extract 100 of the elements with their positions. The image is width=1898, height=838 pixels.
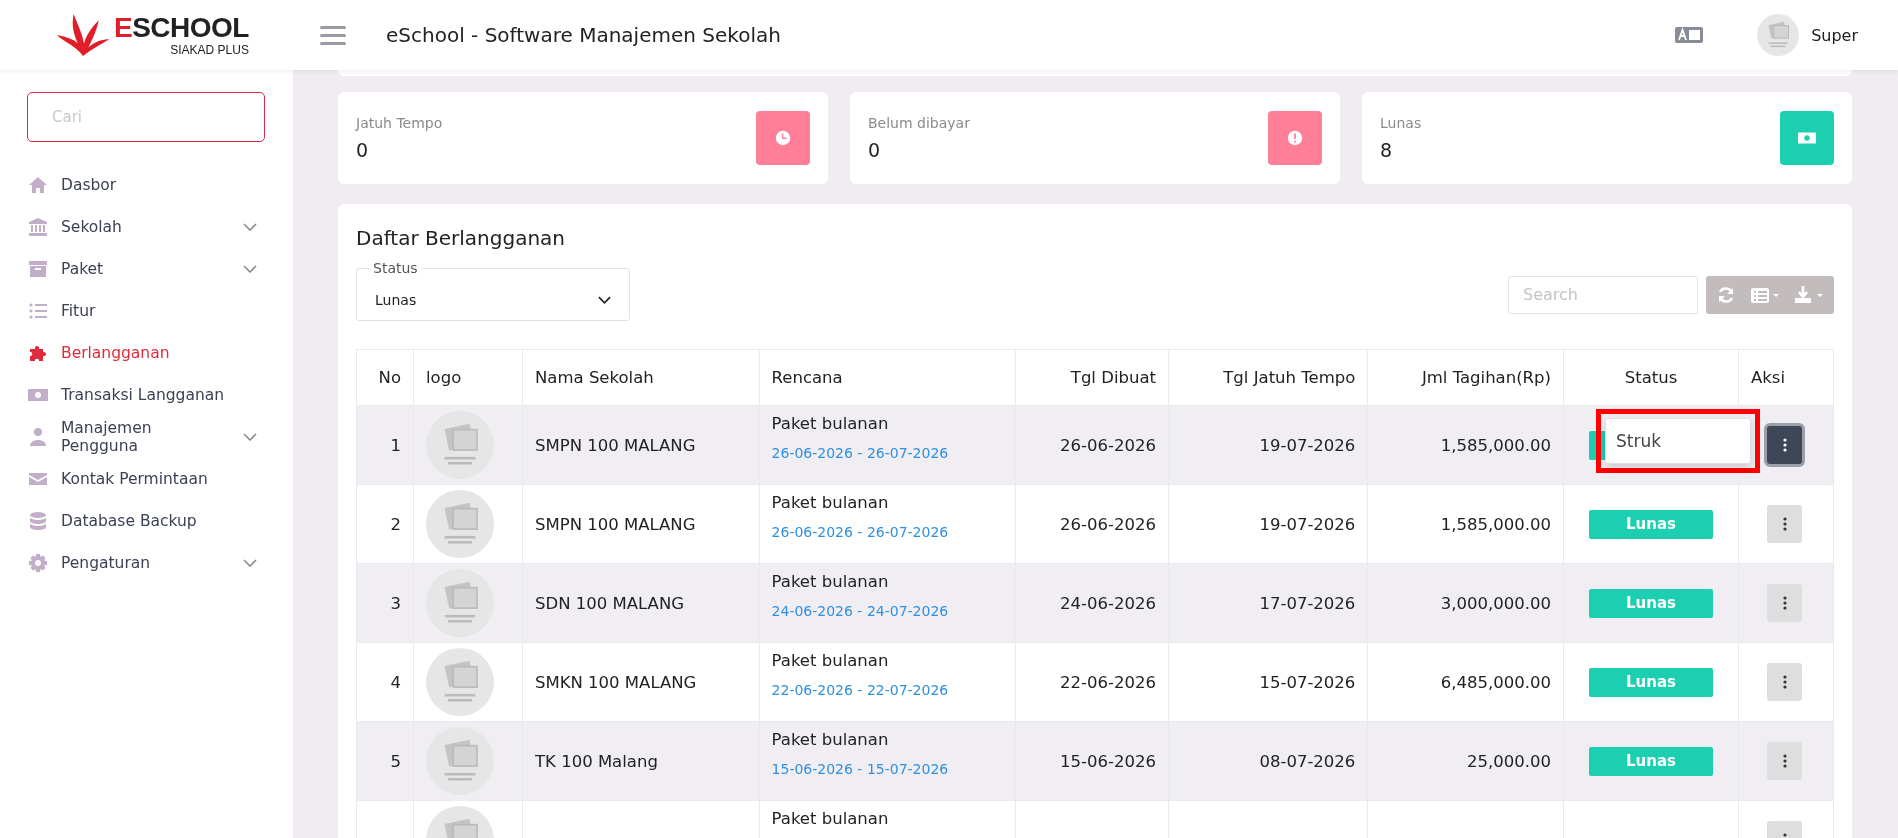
sidebar-item[interactable]: Pengaturan [27, 542, 265, 584]
translate-icon[interactable] [1675, 27, 1704, 43]
table-cell: 6,485,000.00 [1440, 672, 1551, 692]
stat-value: 0 [356, 139, 370, 161]
more-button[interactable] [1767, 505, 1802, 543]
logo-placeholder [426, 648, 494, 716]
vertical-dots-icon [1782, 517, 1787, 531]
chevron-down-icon [243, 223, 257, 231]
table-cell: 5 [390, 751, 401, 771]
stat-label: Lunas [1380, 115, 1423, 131]
sidebar-icon [27, 553, 49, 573]
sidebar-item[interactable]: Paket [27, 248, 265, 290]
vertical-dots-icon [1782, 675, 1787, 689]
plan-name: Paket bulanan [771, 809, 890, 828]
more-button[interactable] [1767, 584, 1802, 622]
plan-name: Paket bulanan [771, 493, 890, 512]
column-header: Aksi [1751, 368, 1786, 387]
sidebar-icon [27, 511, 49, 531]
stat-icon [1285, 129, 1305, 147]
stat-icon [773, 129, 793, 147]
vertical-dots-icon [1782, 596, 1787, 610]
table-cell: 1,585,000.00 [1440, 435, 1551, 455]
stat-label: Jatuh Tempo [356, 115, 444, 131]
stat-value: 8 [1380, 139, 1394, 161]
refresh-icon[interactable] [1716, 284, 1736, 305]
column-header: Tgl Jatuh Tempo [1223, 368, 1356, 387]
sidebar-icon [27, 175, 49, 195]
table-cell: 1,585,000.00 [1440, 514, 1551, 534]
sidebar-item[interactable]: Transaksi Langganan [27, 374, 265, 416]
sidebar-item[interactable]: Berlangganan [27, 332, 265, 374]
vertical-dots-icon [1782, 438, 1787, 452]
table-cell: 15-06-2026 [1060, 751, 1156, 771]
column-header: No [378, 368, 401, 387]
download-dropdown-icon[interactable] [1794, 284, 1824, 305]
sidebar-icon [27, 301, 49, 321]
table-cell: 4 [390, 672, 401, 692]
user-name[interactable]: Super [1811, 25, 1858, 45]
logo-subtitle: SIAKAD PLUS [170, 44, 249, 56]
logo-placeholder [426, 490, 494, 558]
plan-name: Paket bulanan [771, 572, 890, 591]
table-cell: 24-06-2026 [1060, 593, 1156, 613]
sidebar-icon [27, 343, 49, 363]
plan-period: 26-06-2026 - 26-07-2026 [771, 524, 950, 540]
status-badge: Lunas [1589, 509, 1713, 539]
column-header: Jml Tagihan(Rp) [1421, 368, 1551, 387]
table-cell: 3 [390, 593, 401, 613]
plan-period: 22-06-2026 - 22-07-2026 [771, 682, 950, 698]
sidebar-item[interactable]: Kontak Permintaan [27, 458, 265, 500]
table-cell: 3,000,000.00 [1440, 593, 1551, 613]
table-cell: 15-07-2026 [1259, 672, 1356, 692]
sidebar-icon [27, 217, 49, 237]
table-cell: SMPN 100 MALANG [535, 435, 696, 455]
more-button[interactable] [1767, 426, 1802, 464]
plan-period: 15-06-2026 - 15-07-2026 [771, 761, 950, 777]
table-cell: SMPN 100 MALANG [535, 514, 696, 534]
sidebar-item[interactable]: Fitur [27, 290, 265, 332]
plan-period: 26-06-2026 - 26-07-2026 [771, 445, 950, 461]
logo-placeholder [426, 569, 494, 637]
column-header: Rencana [771, 368, 843, 387]
stat-label: Belum dibayar [868, 115, 971, 131]
column-header: logo [426, 368, 462, 387]
chevron-down-icon [243, 433, 257, 441]
card-title: Daftar Berlangganan [356, 226, 566, 250]
sidebar-item[interactable]: Sekolah [27, 206, 265, 248]
column-header: Tgl Dibuat [1070, 368, 1156, 387]
app-title: eSchool - Software Manajemen Sekolah [386, 23, 781, 47]
column-header: Status [1624, 368, 1678, 387]
plan-name: Paket bulanan [771, 651, 890, 670]
chevron-down-icon [243, 559, 257, 567]
plan-period: 24-06-2026 - 24-07-2026 [771, 603, 950, 619]
vertical-dots-icon [1782, 754, 1787, 768]
column-header: Nama Sekolah [535, 368, 654, 387]
status-badge: Lunas [1589, 588, 1713, 618]
table-cell: 22-06-2026 [1060, 672, 1156, 692]
plan-name: Paket bulanan [771, 414, 890, 433]
status-badge: Lunas [1589, 746, 1713, 776]
sidebar-item[interactable]: Database Backup [27, 500, 265, 542]
logo-icon [56, 14, 110, 56]
sidebar-item[interactable]: Dasbor [27, 164, 265, 206]
logo-placeholder [426, 411, 494, 479]
table-cell: SDN 100 MALANG [535, 593, 684, 613]
plan-name: Paket bulanan [771, 730, 890, 749]
chevron-down-icon [243, 265, 257, 273]
logo-title: ESCHOOL [114, 14, 249, 42]
menu-item[interactable]: Struk [1616, 430, 1662, 451]
table-cell: 26-06-2026 [1060, 435, 1156, 455]
table-cell: 2 [390, 514, 401, 534]
logo-placeholder [426, 727, 494, 795]
avatar-placeholder [1757, 14, 1800, 56]
more-button[interactable] [1767, 742, 1802, 780]
sidebar-item[interactable]: Manajemen Pengguna [27, 416, 265, 458]
sidebar-icon [27, 427, 49, 447]
table-cell: 19-07-2026 [1259, 435, 1356, 455]
table-cell: SMKN 100 MALANG [535, 672, 697, 692]
stat-value: 0 [868, 139, 882, 161]
table-cell: 1 [390, 435, 401, 455]
table-cell: 25,000.00 [1467, 751, 1551, 771]
table-cell: 26-06-2026 [1060, 514, 1156, 534]
more-button[interactable] [1767, 663, 1802, 701]
chevron-down-icon [598, 295, 611, 304]
